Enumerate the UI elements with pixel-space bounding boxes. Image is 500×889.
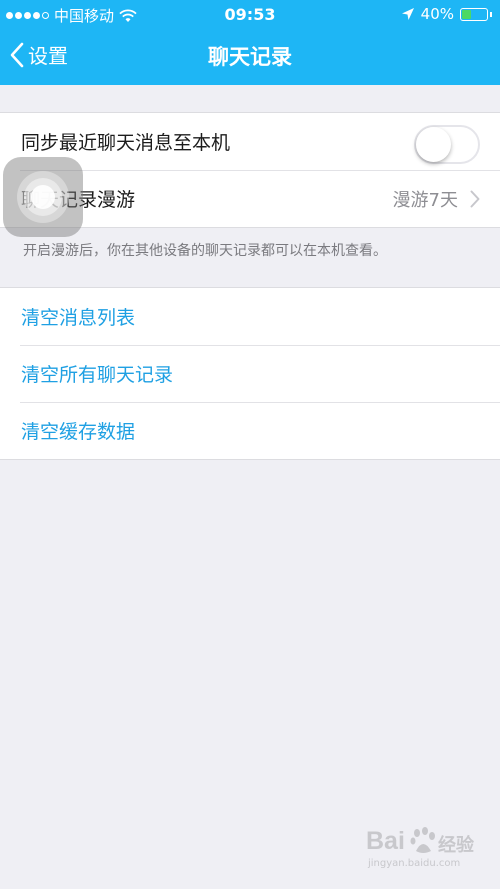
page-title: 聊天记录 bbox=[208, 45, 292, 69]
roaming-note: 开启漫游后，你在其他设备的聊天记录都可以在本机查看。 bbox=[23, 243, 387, 259]
watermark-brand-cn: 经验 bbox=[438, 835, 474, 856]
clear-cache-row[interactable]: 清空缓存数据 bbox=[0, 402, 500, 459]
battery-cap bbox=[490, 11, 492, 17]
app-header: 中国移动 09:53 40% 设置 聊天记录 bbox=[0, 0, 500, 85]
status-bar: 中国移动 09:53 40% bbox=[0, 0, 500, 28]
paw-icon bbox=[410, 827, 435, 853]
sync-label: 同步最近聊天消息至本机 bbox=[21, 132, 231, 154]
clear-all-chat-history-label: 清空所有聊天记录 bbox=[21, 364, 174, 386]
watermark-brand: Bai bbox=[366, 827, 405, 855]
battery-icon bbox=[460, 7, 488, 21]
clear-actions-group: 清空消息列表 清空所有聊天记录 清空缓存数据 bbox=[0, 287, 500, 460]
clear-message-list-row[interactable]: 清空消息列表 bbox=[0, 288, 500, 345]
battery-fill bbox=[462, 9, 471, 19]
baidu-jingyan-watermark: Bai 经验 jingyan.baidu.com bbox=[366, 825, 486, 881]
battery-percent: 40% bbox=[420, 5, 454, 23]
roaming-value: 漫游7天 bbox=[392, 189, 458, 211]
chevron-right-icon bbox=[470, 190, 480, 208]
clear-cache-label: 清空缓存数据 bbox=[21, 421, 136, 443]
assistive-ring-inner bbox=[31, 185, 55, 209]
toggle-knob bbox=[416, 127, 451, 162]
navigation-bar: 设置 聊天记录 bbox=[0, 28, 500, 85]
watermark-url: jingyan.baidu.com bbox=[368, 858, 461, 869]
assistive-touch-button[interactable] bbox=[3, 157, 83, 237]
sync-toggle[interactable] bbox=[414, 125, 480, 164]
status-right: 40% bbox=[401, 5, 492, 23]
clear-all-chat-history-row[interactable]: 清空所有聊天记录 bbox=[0, 345, 500, 402]
clear-message-list-label: 清空消息列表 bbox=[21, 307, 136, 329]
location-arrow-icon bbox=[401, 8, 414, 20]
